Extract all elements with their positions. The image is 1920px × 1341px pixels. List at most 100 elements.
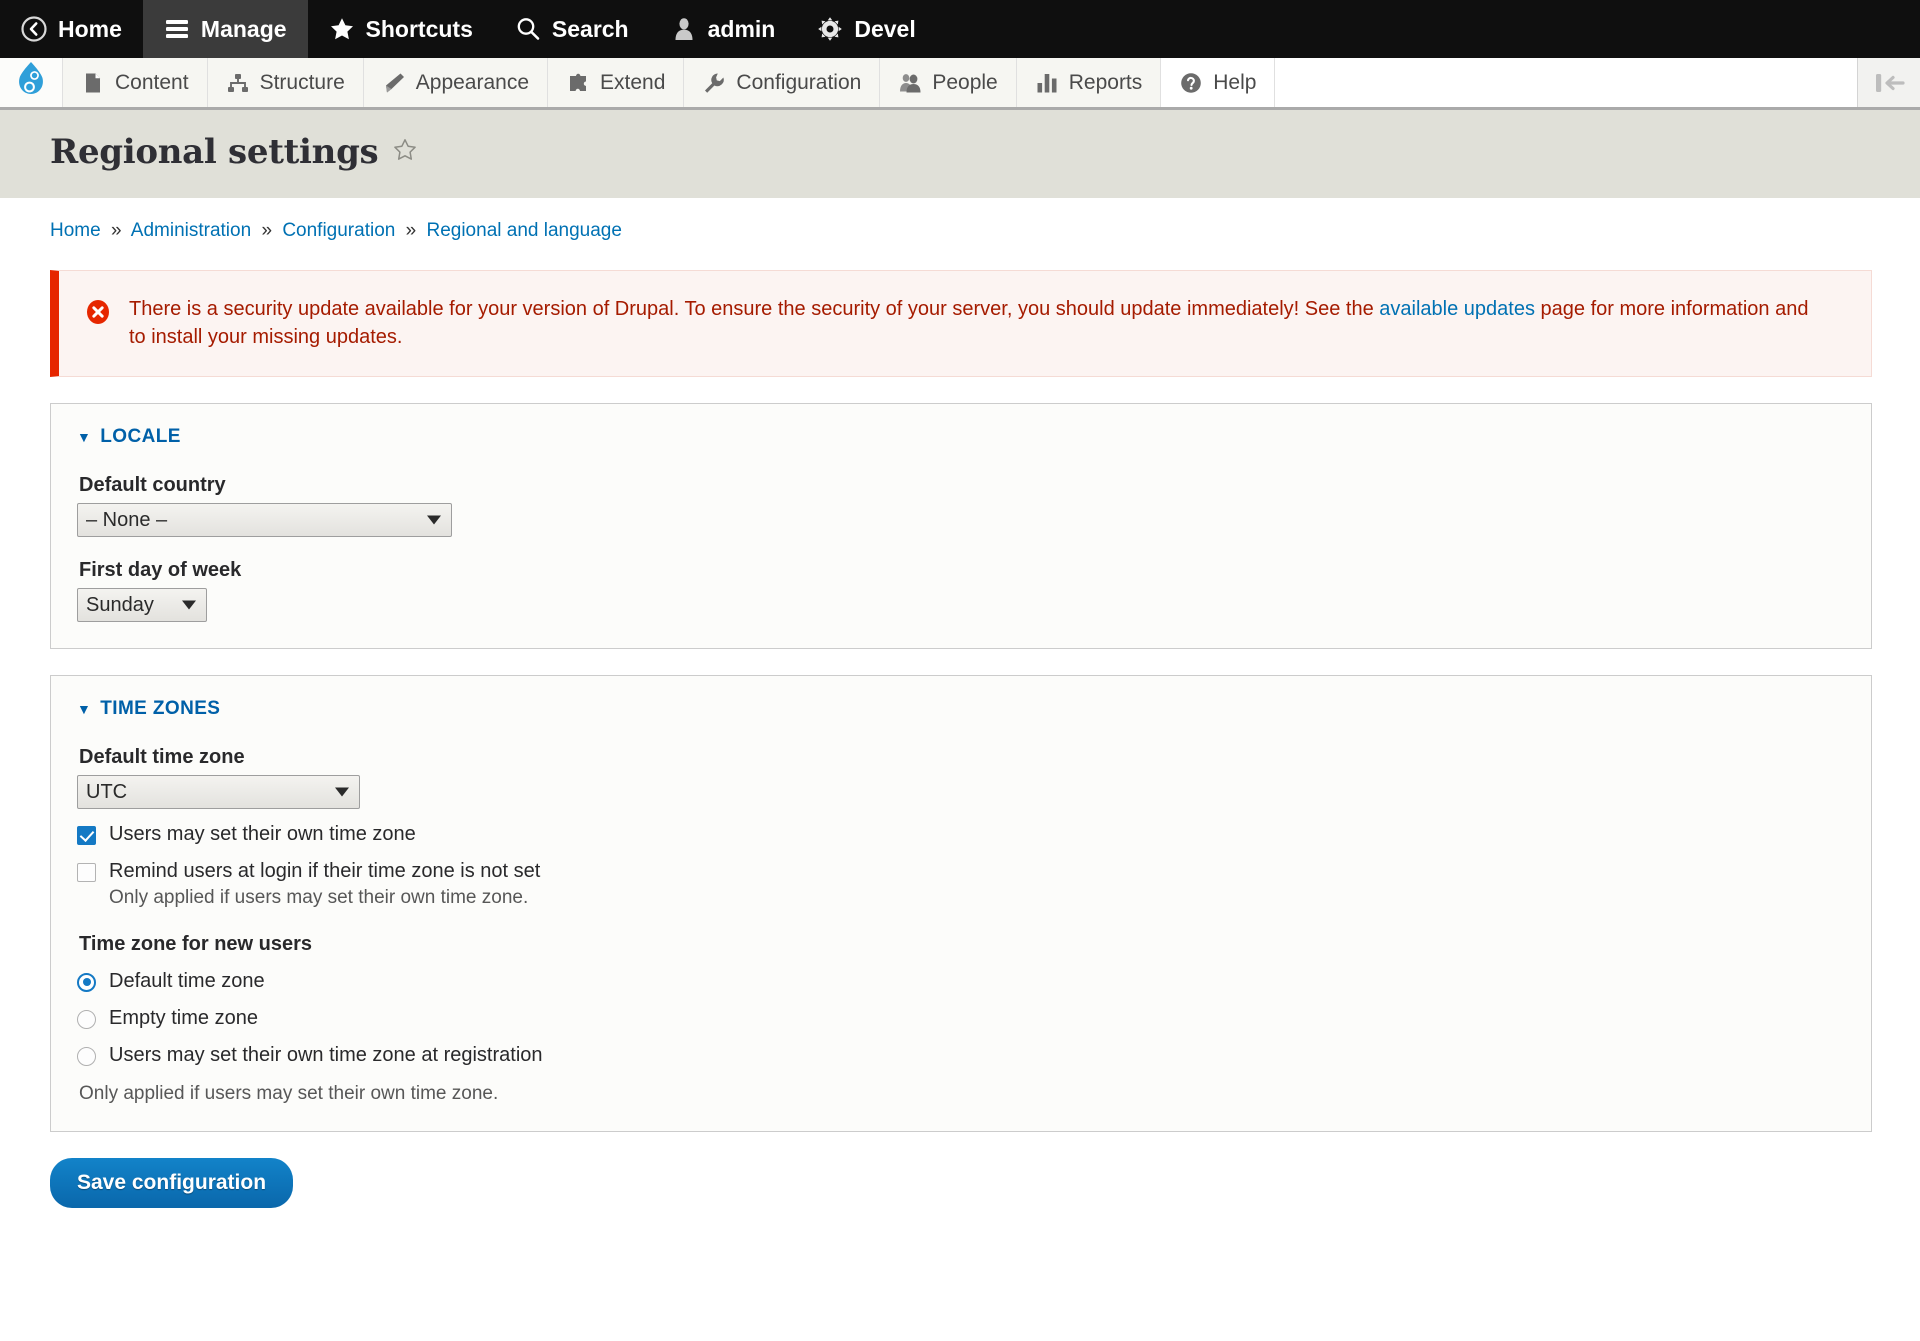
breadcrumb-item-configuration[interactable]: Configuration [282, 220, 395, 241]
error-circle-icon [85, 299, 111, 330]
breadcrumb: Home » Administration » Configuration » … [0, 198, 1920, 248]
star-icon [329, 16, 355, 42]
users-may-set-own-tz-label: Users may set their own time zone [109, 822, 416, 845]
fieldset-locale: ▼ LOCALE Default country – None – First … [50, 402, 1872, 649]
first-day-of-week-select[interactable]: Sunday [77, 587, 207, 622]
menu-item-label: People [932, 70, 998, 94]
menu-item-extend[interactable]: Extend [548, 58, 685, 107]
collapse-left-icon[interactable] [1858, 58, 1920, 107]
document-icon [81, 71, 105, 95]
status-message-error: There is a security update available for… [50, 270, 1872, 377]
regional-settings-form: ▼ LOCALE Default country – None – First … [0, 402, 1920, 1132]
users-may-set-own-tz-checkbox[interactable] [77, 825, 96, 845]
fieldset-locale-legend-label: LOCALE [100, 425, 181, 447]
admin-tab-shortcuts[interactable]: Shortcuts [308, 0, 494, 58]
page-title-text: Regional settings [50, 132, 379, 172]
admin-tab-label: admin [707, 15, 776, 42]
users-may-set-own-tz-row[interactable]: Users may set their own time zone [77, 823, 1845, 846]
puzzle-piece-icon [566, 71, 590, 95]
gear-icon [817, 16, 843, 42]
page-title: Regional settings [50, 132, 1920, 172]
paintbrush-icon [382, 71, 406, 95]
default-time-zone-select-wrapper: UTC [77, 774, 360, 809]
admin-menu-bar: Content Structure Appearance Extend Conf… [0, 58, 1920, 110]
menu-item-help[interactable]: Help [1161, 58, 1276, 107]
fieldset-locale-legend[interactable]: ▼ LOCALE [77, 426, 1845, 448]
fieldset-time-zones: ▼ TIME ZONES Default time zone UTC Users… [50, 674, 1872, 1132]
menu-item-content[interactable]: Content [63, 58, 208, 107]
breadcrumb-separator: » [110, 220, 122, 241]
message-text-before: There is a security update available for… [129, 298, 1380, 320]
menu-item-configuration[interactable]: Configuration [684, 58, 881, 107]
new-user-tz-option-default-row[interactable]: Default time zone [77, 970, 1845, 993]
fieldset-time-zones-legend-label: TIME ZONES [100, 697, 221, 719]
star-outline-icon[interactable] [392, 132, 418, 172]
drupal-drop-logo [16, 61, 46, 104]
default-country-label: Default country [79, 473, 226, 496]
new-user-tz-radio-registration[interactable] [77, 1046, 96, 1066]
admin-tab-label: Manage [200, 15, 287, 42]
new-user-tz-radio-default[interactable] [77, 972, 96, 992]
remind-users-at-login-row[interactable]: Remind users at login if their time zone… [77, 860, 1845, 883]
triangle-down-icon: ▼ [77, 428, 92, 445]
breadcrumb-item-home[interactable]: Home [50, 220, 101, 241]
menu-item-structure[interactable]: Structure [207, 58, 364, 107]
remind-users-at-login-description: Only applied if users may set their own … [109, 886, 529, 908]
save-configuration-button[interactable]: Save configuration [50, 1157, 294, 1208]
menu-item-label: Appearance [415, 70, 530, 94]
people-icon [898, 71, 922, 95]
triangle-down-icon: ▼ [77, 700, 92, 717]
time-zone-new-users-description: Only applied if users may set their own … [79, 1082, 499, 1104]
admin-tab-admin-user[interactable]: admin [650, 0, 797, 58]
admin-toolbar: Home Manage Shortcuts Search admin Devel [0, 0, 1920, 58]
admin-tab-home[interactable]: Home [0, 0, 143, 58]
page-title-band: Regional settings [0, 110, 1920, 198]
form-actions: Save configuration [0, 1132, 1920, 1208]
new-user-tz-option-registration-row[interactable]: Users may set their own time zone at reg… [77, 1044, 1845, 1067]
menu-item-label: Help [1213, 70, 1257, 94]
sitemap-icon [226, 71, 250, 95]
remind-users-at-login-label: Remind users at login if their time zone… [109, 859, 541, 882]
first-day-of-week-select-wrapper: Sunday [77, 587, 207, 622]
new-user-tz-radio-empty[interactable] [77, 1009, 96, 1029]
menu-item-label: Configuration [736, 70, 862, 94]
menu-item-label: Structure [259, 70, 345, 94]
wrench-icon [702, 71, 726, 95]
default-time-zone-label: Default time zone [79, 745, 245, 768]
menu-item-label: Content [115, 70, 189, 94]
admin-tab-label: Shortcuts [365, 15, 473, 42]
hamburger-icon [164, 16, 190, 42]
remind-users-at-login-checkbox[interactable] [77, 862, 96, 882]
first-day-of-week-label: First day of week [79, 558, 242, 581]
available-updates-link[interactable]: available updates [1379, 298, 1535, 320]
breadcrumb-separator: » [405, 220, 417, 241]
menu-item-reports[interactable]: Reports [1016, 58, 1162, 107]
menu-item-appearance[interactable]: Appearance [363, 58, 549, 107]
breadcrumb-separator: » [261, 220, 273, 241]
admin-tab-search[interactable]: Search [494, 0, 650, 58]
home-back-icon [21, 16, 47, 42]
drupal-logo-link[interactable] [0, 58, 63, 107]
new-user-tz-option-label: Users may set their own time zone at reg… [109, 1043, 543, 1066]
bar-chart-icon [1035, 71, 1059, 95]
new-user-tz-option-empty-row[interactable]: Empty time zone [77, 1007, 1845, 1030]
messages-region: There is a security update available for… [0, 248, 1920, 377]
menu-bar-filler [1275, 58, 1858, 107]
fieldset-time-zones-legend[interactable]: ▼ TIME ZONES [77, 698, 1845, 720]
menu-item-label: Reports [1068, 70, 1143, 94]
default-time-zone-select[interactable]: UTC [77, 774, 360, 809]
new-user-tz-option-label: Default time zone [109, 969, 265, 992]
breadcrumb-item-administration[interactable]: Administration [131, 220, 251, 241]
status-message-text: There is a security update available for… [129, 295, 1819, 352]
question-mark-icon [1179, 71, 1203, 95]
new-user-tz-option-label: Empty time zone [109, 1006, 258, 1029]
breadcrumb-item-regional-and-language[interactable]: Regional and language [426, 220, 621, 241]
menu-item-people[interactable]: People [880, 58, 1017, 107]
default-country-select[interactable]: – None – [77, 502, 452, 537]
admin-tab-devel[interactable]: Devel [796, 0, 936, 58]
menu-item-label: Extend [600, 70, 666, 94]
admin-tab-manage[interactable]: Manage [142, 0, 308, 58]
admin-tab-label: Devel [854, 15, 916, 42]
admin-tab-label: Home [58, 15, 122, 42]
user-icon [671, 16, 697, 42]
